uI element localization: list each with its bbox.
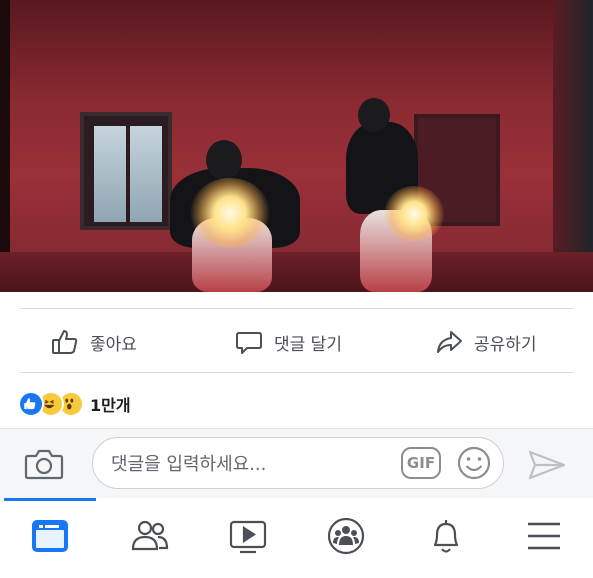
share-button[interactable]: 공유하기 [434, 314, 537, 370]
emoji-icon[interactable] [457, 446, 491, 480]
comment-button[interactable]: 댓글 달기 [234, 314, 342, 370]
photo-shadow [0, 0, 10, 292]
thumbs-up-icon [52, 330, 78, 354]
comment-placeholder: 댓글을 입력하세요... [111, 454, 267, 475]
nav-notifications[interactable] [424, 514, 468, 558]
photo-headlight-left [190, 178, 270, 248]
comment-input[interactable]: 댓글을 입력하세요... GIF [92, 437, 504, 489]
nav-groups[interactable] [324, 514, 368, 558]
like-label: 좋아요 [90, 334, 137, 355]
nav-friends[interactable] [128, 514, 172, 558]
friends-icon [131, 520, 169, 551]
comment-icon [236, 332, 262, 354]
nav-active-indicator [4, 498, 96, 501]
post-photo[interactable] [0, 0, 593, 292]
like-reaction-icon [18, 391, 44, 417]
comment-composer: 댓글을 입력하세요... GIF [0, 428, 593, 498]
news-feed-icon [32, 520, 68, 552]
photo-rider-right-head [358, 98, 390, 132]
gif-button[interactable]: GIF [401, 447, 441, 479]
reaction-summary[interactable]: 1만개 [18, 390, 131, 418]
watch-icon [229, 520, 267, 554]
like-button[interactable]: 좋아요 [50, 314, 137, 370]
bottom-navigation [0, 498, 593, 578]
divider [20, 308, 573, 309]
nav-watch[interactable] [226, 514, 270, 558]
divider [20, 372, 573, 373]
photo-window-left [80, 112, 172, 230]
reaction-count[interactable]: 1만개 [90, 392, 131, 416]
photo-rider-left-head [206, 140, 242, 180]
camera-icon[interactable] [24, 447, 64, 481]
nav-news-feed[interactable] [28, 514, 72, 558]
send-icon[interactable] [526, 449, 566, 481]
photo-ground [0, 252, 593, 292]
groups-icon [327, 517, 365, 555]
post-actions: 좋아요 댓글 달기 공유하기 [0, 314, 593, 370]
bell-icon [433, 520, 459, 553]
hamburger-menu-icon [528, 522, 560, 550]
share-label: 공유하기 [474, 334, 537, 355]
nav-menu[interactable] [522, 514, 566, 558]
comment-label: 댓글 달기 [274, 334, 342, 355]
share-icon [437, 331, 462, 353]
photo-shadow-right [553, 0, 593, 292]
photo-headlight-right [384, 186, 444, 242]
